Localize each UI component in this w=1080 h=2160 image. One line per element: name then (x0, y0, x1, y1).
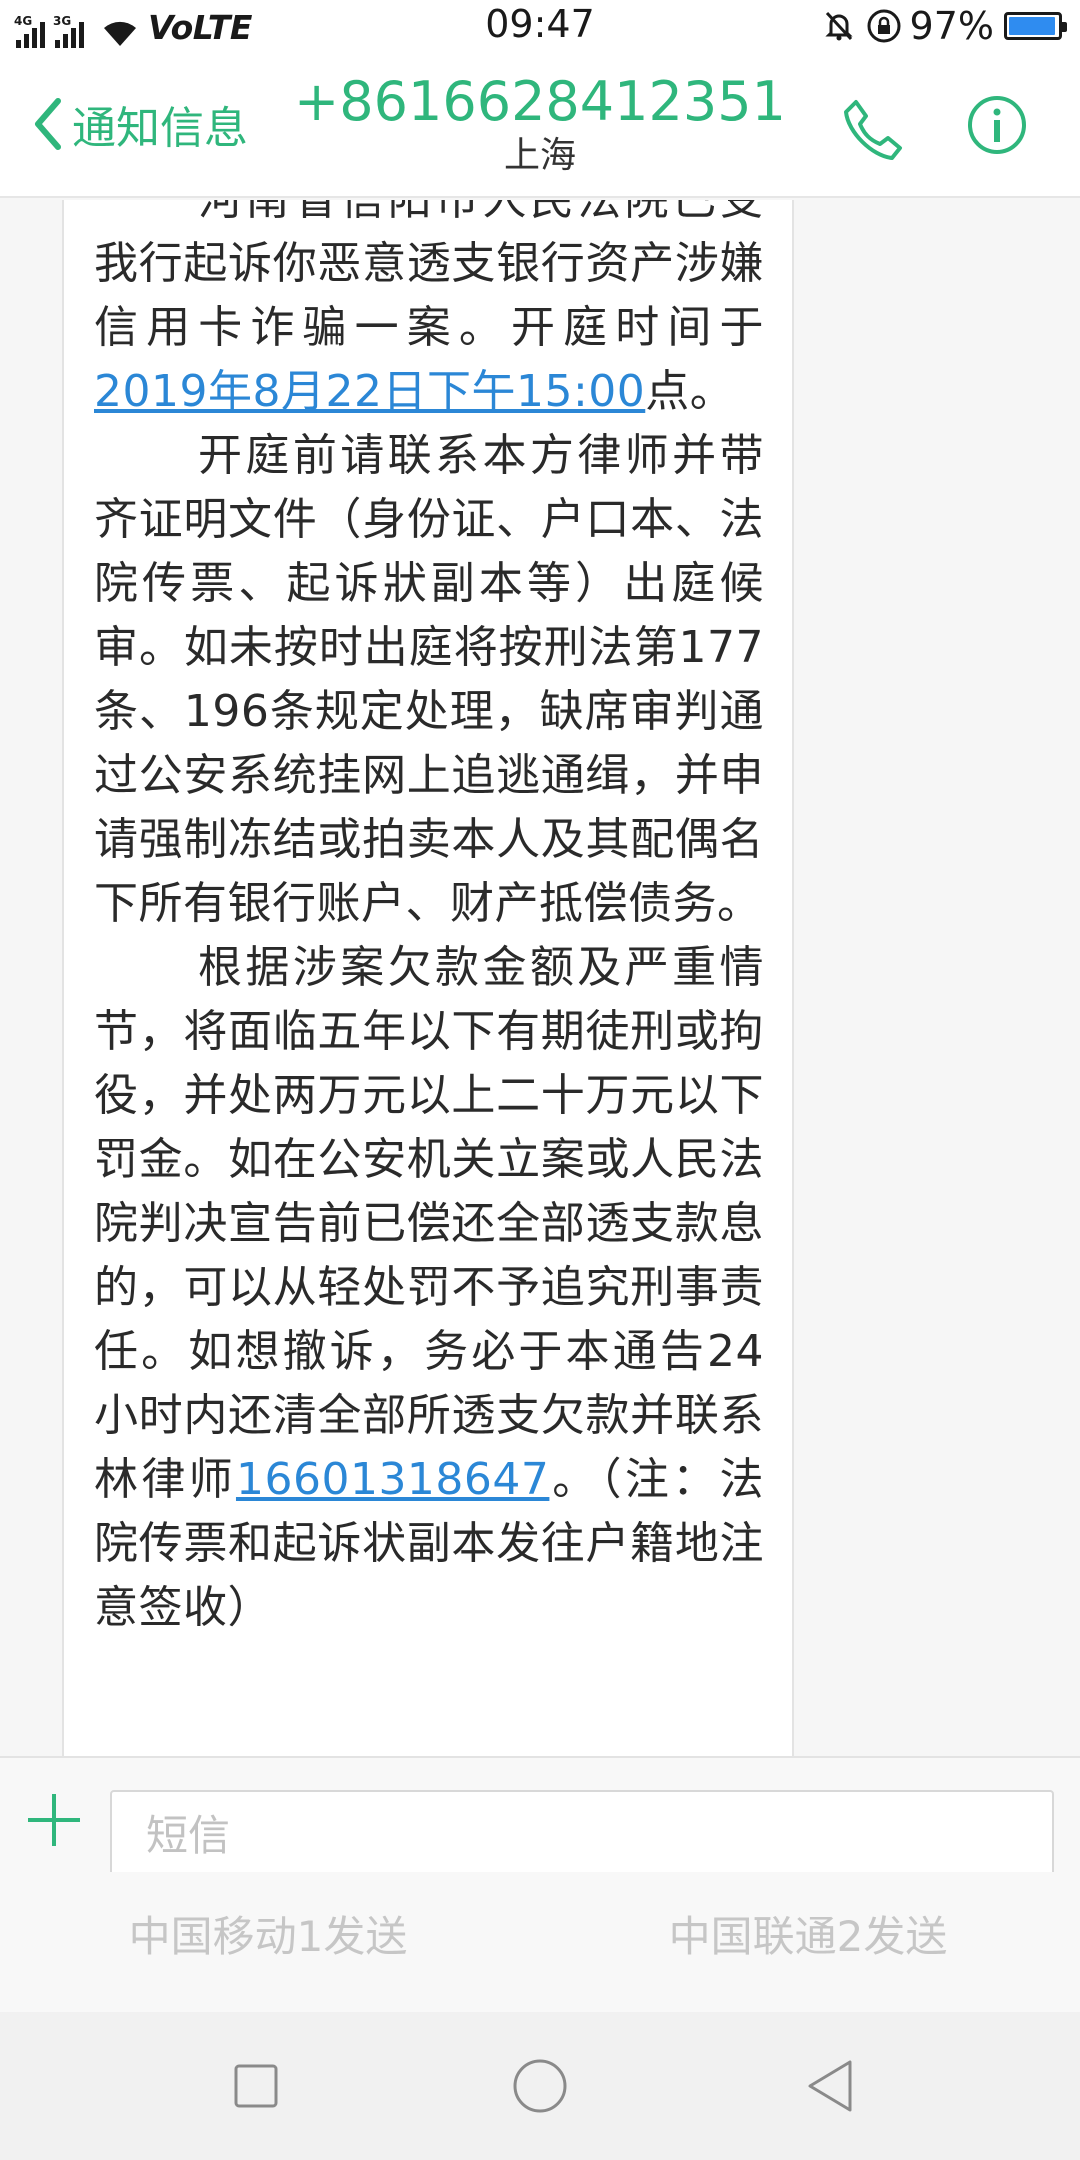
attach-button[interactable] (26, 1792, 82, 1848)
info-icon (968, 96, 1026, 154)
message-bubble[interactable]: 河南省信阳市人民法院已受理 我行起诉你恶意透支银行资产涉嫌信用卡诈骗一案。开庭时… (62, 200, 794, 1756)
home-button[interactable] (510, 2056, 570, 2116)
phone-icon (844, 100, 902, 160)
status-right: 97% (822, 4, 1067, 48)
circle-icon (513, 2059, 567, 2113)
message-text-3: 根据涉案欠款金额及严重情节，将面临五年以下有期徒刑或拘役，并处两万元以上二十万元… (94, 942, 764, 1505)
contact-details-button[interactable] (966, 94, 1028, 156)
message-paragraph-2: 开庭前请联系本方律师并带齐证明文件（身份证、户口本、法院传票、起诉狀副本等）出庭… (94, 430, 764, 929)
plus-icon (28, 1794, 80, 1846)
chevron-left-icon (35, 98, 61, 150)
message-text-partial: 河南省信阳市人民法院已受理 (94, 200, 764, 232)
back-nav-button[interactable] (800, 2056, 860, 2116)
message-text-1: 我行起诉你恶意透支银行资产涉嫌信用卡诈骗一案。开庭时间于 (94, 238, 764, 353)
message-text-1-tail: 点。 (645, 366, 735, 417)
message-paragraph-3: 根据涉案欠款金额及严重情节，将面临五年以下有期徒刑或拘役，并处两万元以上二十万元… (94, 936, 764, 1640)
message-clipped-line: 河南省信阳市人民法院已受理 (94, 200, 764, 232)
send-buttons-row: 中国移动1发送 中国联通2发送 (0, 1872, 1080, 2012)
sms-input[interactable] (110, 1790, 1054, 1880)
mute-bell-icon (824, 11, 853, 41)
phone-number-link[interactable]: 16601318647 (236, 1454, 549, 1505)
conversation-header: 通知信息 +8616628412351 上海 (0, 56, 1080, 198)
recent-apps-button[interactable] (226, 2056, 286, 2116)
call-button[interactable] (838, 94, 908, 164)
back-label: 通知信息 (72, 103, 248, 154)
composer-bar (0, 1756, 1080, 1880)
battery-icon (1004, 12, 1067, 40)
message-list[interactable]: 河南省信阳市人民法院已受理 我行起诉你恶意透支银行资产涉嫌信用卡诈骗一案。开庭时… (0, 200, 1080, 1756)
date-link[interactable]: 2019年8月22日下午15:00 (94, 366, 645, 417)
back-button[interactable]: 通知信息 (30, 92, 248, 156)
square-icon (234, 2064, 278, 2108)
send-sim2-button[interactable]: 中国联通2发送 (608, 1902, 1008, 1972)
rotation-lock-icon (867, 9, 901, 43)
system-navigation-bar (0, 2012, 1080, 2160)
status-bar: 4G 3G VoLTE 09:47 97% (0, 0, 1080, 56)
battery-fill (1009, 17, 1056, 35)
send-sim1-button[interactable]: 中国移动1发送 (68, 1902, 468, 1972)
message-paragraph-1: 我行起诉你恶意透支银行资产涉嫌信用卡诈骗一案。开庭时间于 2019年8月22日下午… (94, 232, 764, 424)
triangle-back-icon (808, 2060, 852, 2112)
battery-percent: 97% (909, 4, 994, 48)
